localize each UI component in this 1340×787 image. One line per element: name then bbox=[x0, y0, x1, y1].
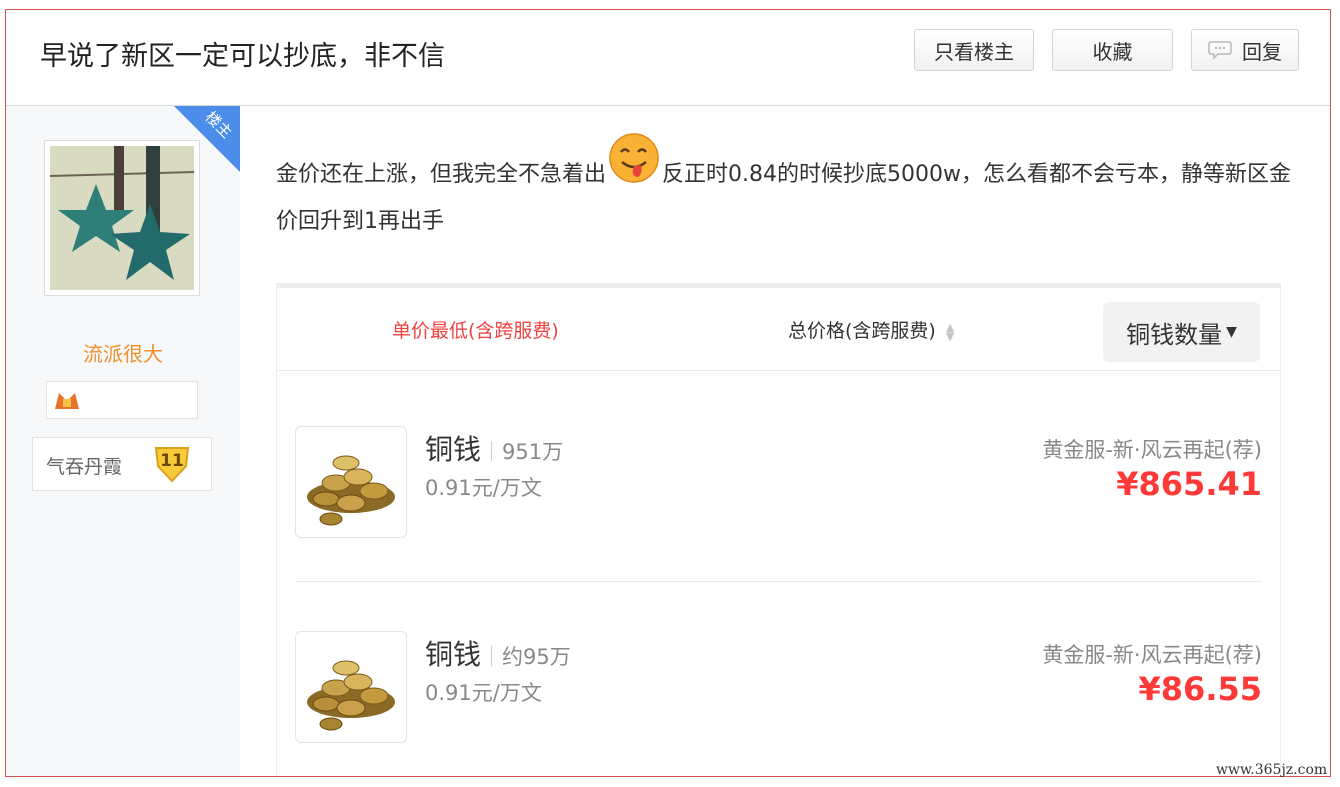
favorite-label: 收藏 bbox=[1092, 39, 1133, 64]
sort-quantity-dropdown[interactable]: 铜钱数量 ▼ bbox=[1103, 302, 1260, 362]
item-server: 黄金服-新·风云再起(荐) bbox=[1042, 643, 1262, 667]
item-server: 黄金服-新·风云再起(荐) bbox=[1042, 438, 1262, 462]
avatar-image bbox=[50, 146, 194, 290]
watermark: www.365jz.com bbox=[1216, 762, 1328, 778]
game-badge-icon bbox=[53, 389, 81, 415]
level-number: 11 bbox=[160, 451, 184, 471]
item-price: ¥86.55 bbox=[1138, 670, 1262, 708]
username[interactable]: 流派很大 bbox=[6, 338, 240, 367]
sort-total-price[interactable]: 总价格(含跨服费) ▲ ▼ bbox=[788, 316, 954, 343]
listing-row[interactable]: 铜钱 951万 0.91元/万文 黄金服-新·风云再起(荐) ¥865.41 bbox=[295, 376, 1262, 582]
speech-bubble-icon bbox=[1208, 40, 1232, 60]
post-text: 金价还在上涨，但我完全不急着出 反正时0.84的时候抄底5000w，怎么看都不会… bbox=[276, 133, 1296, 244]
level-box: 气吞丹霞 11 bbox=[32, 437, 212, 491]
sort-unit-price[interactable]: 单价最低(含跨服费) bbox=[392, 316, 559, 343]
item-price: ¥865.41 bbox=[1116, 465, 1262, 503]
op-ribbon: 楼主 bbox=[174, 106, 240, 172]
coin-pile-icon bbox=[295, 631, 407, 743]
item-name: 铜钱 951万 bbox=[425, 428, 563, 468]
trade-listing-card: 单价最低(含跨服费) 总价格(含跨服费) ▲ ▼ 铜钱数量 ▼ 铜钱 951万 … bbox=[276, 283, 1281, 776]
only-op-button[interactable]: 只看楼主 bbox=[914, 29, 1034, 71]
post-frame: 早说了新区一定可以抄底，非不信 只看楼主 收藏 回复 流派很大 气吞丹霞 11 … bbox=[5, 9, 1331, 777]
item-name-text: 铜钱 bbox=[425, 433, 482, 466]
badge-box bbox=[46, 381, 198, 419]
author-sidebar: 流派很大 气吞丹霞 11 bbox=[6, 106, 240, 776]
reply-label: 回复 bbox=[1242, 39, 1282, 64]
item-unit-price: 0.91元/万文 bbox=[425, 681, 542, 705]
only-op-label: 只看楼主 bbox=[934, 39, 1014, 64]
reply-button[interactable]: 回复 bbox=[1191, 29, 1299, 71]
coin-pile-icon bbox=[295, 426, 407, 538]
item-name: 铜钱 约95万 bbox=[425, 633, 571, 673]
sort-total-label: 总价格(含跨服费) bbox=[788, 320, 936, 342]
listing-row[interactable]: 铜钱 约95万 0.91元/万文 黄金服-新·风云再起(荐) ¥86.55 bbox=[295, 581, 1262, 776]
level-name: 气吞丹霞 bbox=[46, 456, 123, 478]
post-content: 金价还在上涨，但我完全不急着出 反正时0.84的时候抄底5000w，怎么看都不会… bbox=[276, 133, 1296, 244]
sort-qty-label: 铜钱数量 bbox=[1126, 320, 1223, 349]
favorite-button[interactable]: 收藏 bbox=[1052, 29, 1173, 71]
item-amount: 约95万 bbox=[502, 645, 571, 669]
page-title: 早说了新区一定可以抄底，非不信 bbox=[40, 41, 445, 72]
caret-down-icon: ▼ bbox=[1226, 324, 1237, 340]
item-unit-price: 0.91元/万文 bbox=[425, 476, 542, 500]
item-amount: 951万 bbox=[502, 440, 564, 464]
post-text-part1: 金价还在上涨，但我完全不急着出 bbox=[276, 162, 607, 187]
item-name-text: 铜钱 bbox=[425, 638, 482, 671]
tongue-out-emoji-icon bbox=[608, 132, 660, 200]
post-header: 早说了新区一定可以抄底，非不信 只看楼主 收藏 回复 bbox=[6, 10, 1330, 106]
sort-bar: 单价最低(含跨服费) 总价格(含跨服费) ▲ ▼ 铜钱数量 ▼ bbox=[277, 288, 1280, 371]
sort-arrows-icon: ▲ ▼ bbox=[945, 320, 955, 343]
